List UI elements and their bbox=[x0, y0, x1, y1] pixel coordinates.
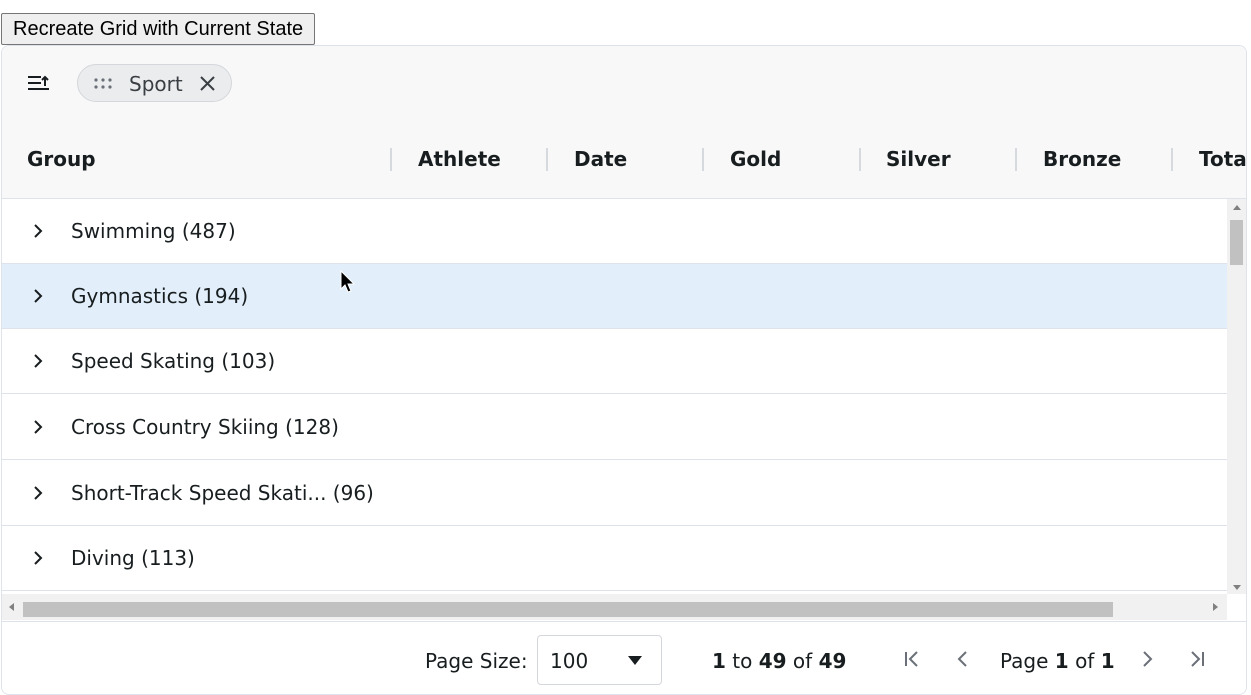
group-row-label: Cross Country Skiing (128) bbox=[71, 415, 339, 439]
group-row-label: Swimming (487) bbox=[71, 219, 236, 243]
group-row-label: Diving (113) bbox=[71, 546, 195, 570]
row-group-panel: Sport bbox=[2, 46, 1246, 122]
column-resize-handle[interactable] bbox=[702, 148, 704, 171]
scroll-up-icon[interactable] bbox=[1233, 205, 1241, 210]
group-row-label: Gymnastics (194) bbox=[71, 284, 249, 308]
column-header-bronze[interactable]: Bronze bbox=[1043, 121, 1121, 198]
column-resize-handle[interactable] bbox=[859, 148, 861, 171]
group-row-gymnastics[interactable]: Gymnastics (194) bbox=[2, 264, 1227, 329]
caret-down-icon bbox=[628, 656, 642, 665]
scroll-down-icon[interactable] bbox=[1233, 585, 1241, 590]
column-header-date[interactable]: Date bbox=[574, 121, 627, 198]
page-size-select[interactable]: 100 bbox=[537, 635, 662, 685]
column-header-total[interactable]: Total bbox=[1199, 121, 1246, 198]
column-header-silver[interactable]: Silver bbox=[886, 121, 951, 198]
scroll-right-icon[interactable] bbox=[1213, 603, 1218, 611]
column-resize-handle[interactable] bbox=[1171, 148, 1173, 171]
drag-handle-icon[interactable] bbox=[94, 78, 112, 90]
vertical-scrollbar[interactable] bbox=[1227, 199, 1246, 594]
row-summary: 1 to 49 of 49 bbox=[712, 649, 847, 673]
group-row-cross-country-skiing[interactable]: Cross Country Skiing (128) bbox=[2, 395, 1227, 460]
chevron-right-icon[interactable] bbox=[32, 550, 44, 566]
group-chip-label: Sport bbox=[129, 72, 183, 96]
group-row-diving[interactable]: Diving (113) bbox=[2, 526, 1227, 591]
scroll-left-icon[interactable] bbox=[9, 603, 14, 611]
chevron-right-icon[interactable] bbox=[32, 288, 44, 304]
chevron-right-icon[interactable] bbox=[32, 223, 44, 239]
page-size-label: Page Size: bbox=[425, 649, 528, 673]
chevron-right-icon[interactable] bbox=[32, 485, 44, 501]
vertical-scroll-thumb[interactable] bbox=[1230, 220, 1243, 265]
next-page-icon[interactable] bbox=[1136, 648, 1158, 670]
group-row-label: Short-Track Speed Skati... (96) bbox=[71, 481, 374, 505]
group-row-swimming[interactable]: Swimming (487) bbox=[2, 199, 1227, 264]
column-resize-handle[interactable] bbox=[1015, 148, 1017, 171]
pagination-panel: Page Size: 100 1 to 49 of 49 Page 1 of 1 bbox=[2, 621, 1246, 694]
recreate-grid-button[interactable]: Recreate Grid with Current State bbox=[1, 13, 316, 45]
column-header-gold[interactable]: Gold bbox=[730, 121, 781, 198]
chevron-right-icon[interactable] bbox=[32, 419, 44, 435]
first-page-icon[interactable] bbox=[901, 648, 923, 670]
data-grid: Sport Group Athlete Date Gold Silver Bro… bbox=[1, 45, 1247, 695]
grid-body: Swimming (487) Gymnastics (194) Speed Sk… bbox=[2, 199, 1227, 592]
group-chip-sport[interactable]: Sport bbox=[77, 64, 232, 102]
column-resize-handle[interactable] bbox=[546, 148, 548, 171]
column-header-group[interactable]: Group bbox=[27, 121, 96, 198]
last-page-icon[interactable] bbox=[1186, 648, 1208, 670]
group-row-short-track-speed-skating[interactable]: Short-Track Speed Skati... (96) bbox=[2, 461, 1227, 526]
column-header-row: Group Athlete Date Gold Silver Bronze To… bbox=[2, 121, 1246, 199]
chevron-right-icon[interactable] bbox=[32, 353, 44, 369]
horizontal-scroll-thumb[interactable] bbox=[23, 602, 1113, 617]
group-row-label: Speed Skating (103) bbox=[71, 349, 276, 373]
group-row-speed-skating[interactable]: Speed Skating (103) bbox=[2, 329, 1227, 394]
horizontal-scrollbar[interactable] bbox=[2, 594, 1227, 620]
page-summary: Page 1 of 1 bbox=[1000, 649, 1115, 673]
column-resize-handle[interactable] bbox=[390, 148, 392, 171]
page-size-value: 100 bbox=[550, 649, 589, 673]
previous-page-icon[interactable] bbox=[952, 648, 974, 670]
column-header-athlete[interactable]: Athlete bbox=[418, 121, 501, 198]
mouse-cursor-icon bbox=[340, 270, 356, 293]
group-by-icon bbox=[28, 75, 49, 90]
close-icon[interactable] bbox=[199, 75, 216, 92]
